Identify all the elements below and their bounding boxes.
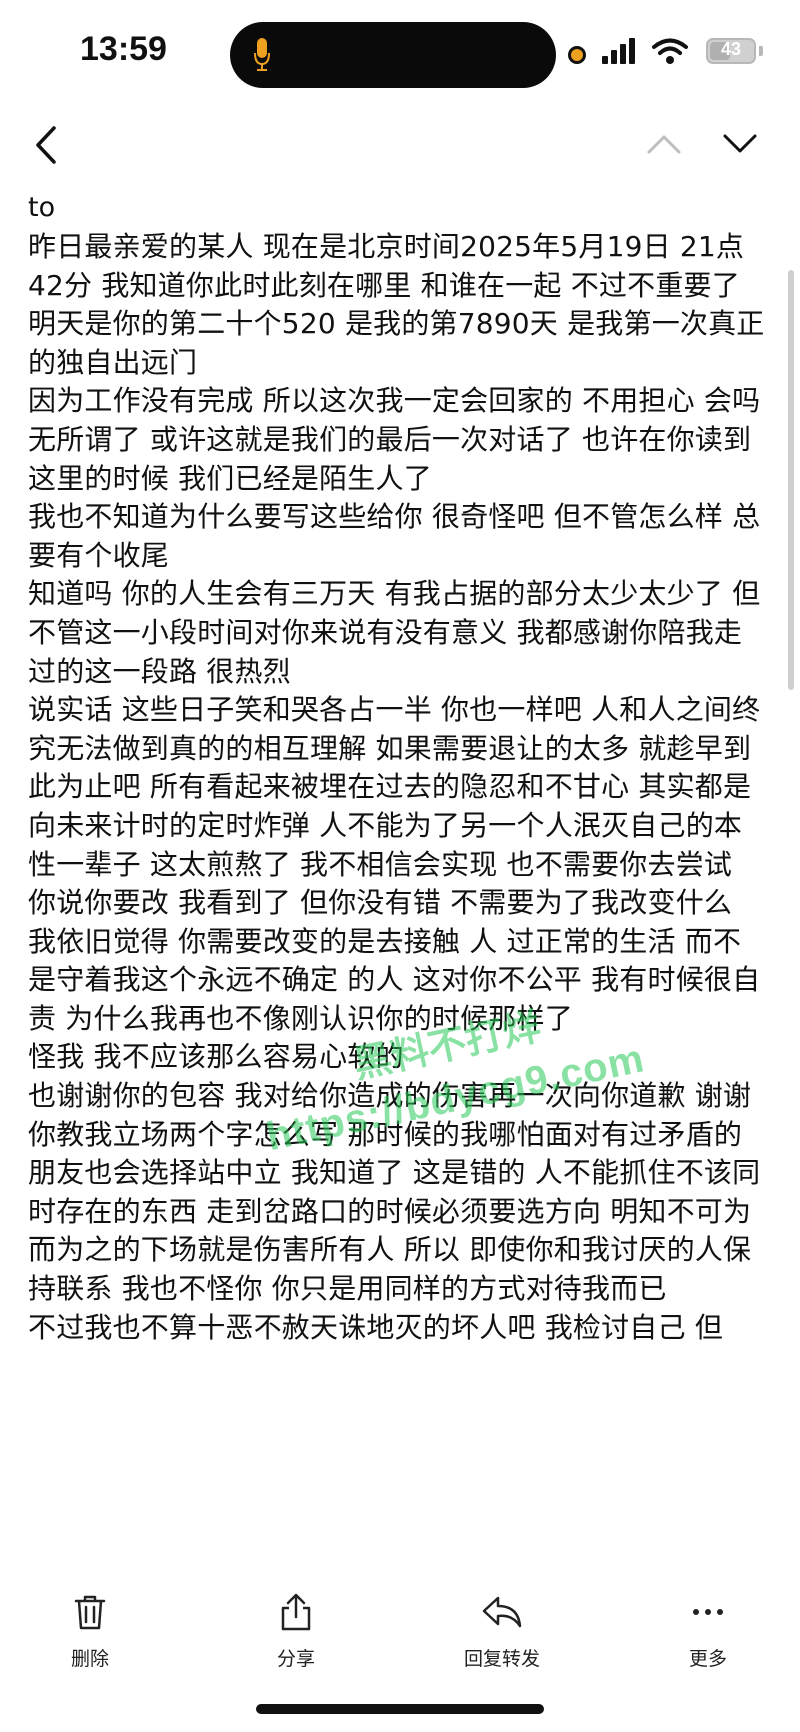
message-paragraph: 说实话 这些日子笑和哭各占一半 你也一样吧 人和人之间终究无法做到真的的相互理解… <box>28 693 761 881</box>
message-body: to 昨日最亲爱的某人 现在是北京时间2025年5月19日 21点42分 我知道… <box>28 188 768 1347</box>
wifi-icon <box>652 38 688 64</box>
message-paragraph: 不过我也不算十恶不赦天诛地灭的坏人吧 我检讨自己 但 <box>28 1310 724 1344</box>
message-paragraph: 怪我 我不应该那么容易心软的 <box>28 1040 404 1074</box>
scrollbar[interactable] <box>788 270 794 690</box>
trash-icon <box>74 1595 106 1630</box>
battery-icon: 43 <box>706 38 756 64</box>
share-icon <box>281 1593 311 1631</box>
chevron-down-icon[interactable] <box>722 130 758 158</box>
reply-icon <box>482 1596 522 1628</box>
recipient-line: to <box>28 192 56 223</box>
message-paragraph: 因为工作没有完成 所以这次我一定会回家的 不用担心 会吗 无所谓了 或许这就是我… <box>28 384 761 495</box>
delete-label: 删除 <box>70 1648 109 1670</box>
share-button[interactable]: 分享 <box>226 1592 366 1671</box>
cellular-signal-icon <box>602 38 635 64</box>
battery-tip <box>759 46 763 56</box>
privacy-indicator-icon <box>568 46 586 64</box>
home-indicator[interactable] <box>256 1704 544 1714</box>
delete-button[interactable]: 删除 <box>20 1592 160 1671</box>
dynamic-island <box>230 22 556 88</box>
reply-forward-label: 回复转发 <box>463 1648 540 1670</box>
more-label: 更多 <box>688 1648 727 1670</box>
message-paragraph: 我也不知道为什么要写这些给你 很奇怪吧 但不管怎么样 总要有个收尾 <box>28 500 761 572</box>
battery-level: 43 <box>720 39 742 59</box>
more-icon <box>693 1609 723 1615</box>
share-label: 分享 <box>276 1648 315 1670</box>
microphone-icon <box>254 38 270 71</box>
chevron-left-icon[interactable] <box>32 124 62 166</box>
message-paragraph: 知道吗 你的人生会有三万天 有我占据的部分太少太少了 但不管这一小段时间对你来说… <box>28 577 761 688</box>
reply-forward-button[interactable]: 回复转发 <box>432 1592 572 1671</box>
status-time: 13:59 <box>80 30 167 68</box>
message-paragraph: 你说你要改 我看到了 但你没有错 不需要为了我改变什么 我依旧觉得 你需要改变的… <box>28 886 761 1035</box>
more-button[interactable]: 更多 <box>638 1592 778 1671</box>
message-paragraph: 也谢谢你的包容 我对给你造成的伤害再一次向你道歉 谢谢你教我立场两个字怎么写 那… <box>28 1079 761 1306</box>
message-paragraph: 昨日最亲爱的某人 现在是北京时间2025年5月19日 21点42分 我知道你此时… <box>28 230 765 379</box>
chevron-up-icon[interactable] <box>646 130 682 158</box>
status-bar: 13:59 43 <box>0 0 800 110</box>
content-fade <box>0 1505 800 1545</box>
navigation-bar <box>0 110 800 180</box>
